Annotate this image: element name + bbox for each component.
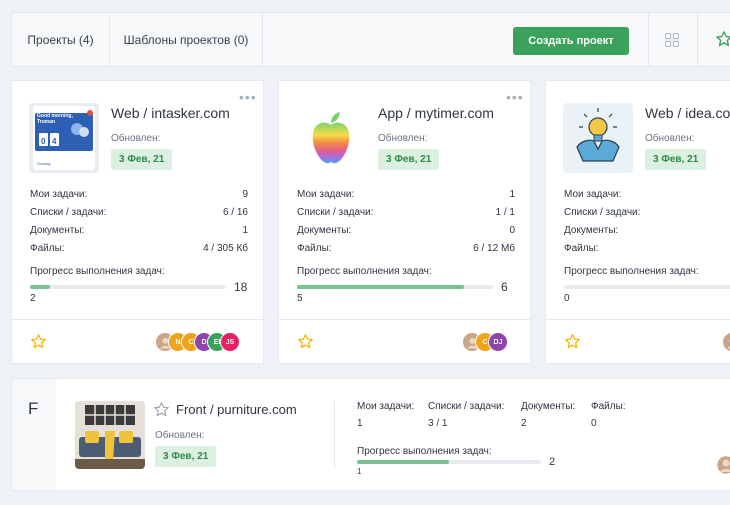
progress-label: Прогресс выполнения задач: [564, 266, 699, 277]
stat-label: Списки / задачи: [564, 206, 641, 218]
updated-date-badge: 3 Фев, 21 [645, 149, 707, 170]
updated-label: Обновлен: [155, 430, 205, 441]
stat-value: 0 [509, 224, 515, 236]
thumb-digit: 0 [41, 137, 46, 146]
tasks-done: 0 [564, 293, 570, 304]
updated-date-badge: 3 Фев, 21 [155, 446, 217, 467]
divider [12, 319, 263, 320]
favorite-star-icon[interactable] [30, 333, 47, 355]
stat-label: Мои задачи: [30, 188, 88, 200]
divider [697, 13, 698, 66]
favorite-star-icon[interactable] [564, 333, 581, 355]
divider [546, 319, 730, 320]
avatar[interactable]: DJ [488, 332, 508, 352]
favorites-star-icon[interactable] [715, 30, 730, 53]
stat-value: 9 [242, 188, 248, 200]
progress-percent: 6 [501, 280, 508, 294]
stat-label: Файлы: [564, 242, 599, 254]
stat-label: Документы: [30, 224, 85, 236]
progress-bar [297, 285, 493, 289]
project-thumbnail: Good morning, Truman 0 4 Sunday [29, 103, 99, 173]
member-avatars[interactable]: JS EI D C N [155, 332, 240, 352]
tasks-done: 5 [297, 293, 303, 304]
more-dots-icon[interactable]: ••• [239, 90, 257, 104]
updated-date-badge: 3 Фев, 21 [378, 149, 440, 170]
project-card[interactable]: Web / idea.com Обновлен: 3 Фев, 21 Мои з… [545, 80, 730, 364]
project-thumbnail [296, 103, 366, 173]
progress-label: Прогресс выполнения задач: [30, 266, 165, 277]
project-title[interactable]: App / mytimer.com [378, 105, 494, 121]
stat-my-tasks: Мои задачи: 1 [357, 401, 415, 429]
progress-label: Прогресс выполнения задач: [357, 446, 492, 457]
updated-label: Обновлен: [111, 133, 161, 144]
stat-value: 1 / 1 [495, 206, 515, 218]
updated-label: Обновлен: [645, 133, 695, 144]
project-stats: Мои задачи: 1 Списки / задачи: 1 / 1 Докум… [297, 185, 515, 257]
tasks-done: 1 [357, 467, 362, 476]
group-letter-column [12, 379, 56, 490]
divider [334, 401, 335, 469]
tasks-done: 2 [30, 293, 36, 304]
thumb-digit: 4 [52, 137, 57, 146]
stat-value: 1 [509, 188, 515, 200]
stat-documents: Документы: 2 [521, 401, 576, 429]
project-title[interactable]: Web / idea.com [645, 105, 730, 121]
progress-percent: 2 [549, 456, 556, 468]
progress-label: Прогресс выполнения задач: [297, 266, 432, 277]
stat-label: Списки / задачи: [30, 206, 107, 218]
stat-value: 6 / 16 [222, 206, 248, 218]
progress-bar [564, 285, 730, 289]
tab-projects[interactable]: Проекты (4) [12, 13, 110, 66]
group-letter: F [28, 399, 39, 418]
project-title[interactable]: Web / intasker.com [111, 105, 230, 121]
stat-label: Мои задачи: [297, 188, 355, 200]
divider [648, 13, 649, 66]
stat-value: 6 / 12 Мб [473, 242, 515, 254]
updated-date-badge: 3 Фев, 21 [111, 149, 173, 170]
project-card[interactable]: ••• App / mytimer.com Обновлен: 3 Фев, 2… [278, 80, 531, 364]
thumb-greeting: Good morning, Truman [37, 113, 73, 125]
project-card[interactable]: Good morning, Truman 0 4 Sunday ••• Web … [11, 80, 264, 364]
avatar[interactable] [722, 332, 730, 352]
grid-view-icon[interactable] [665, 33, 679, 52]
top-bar: Проекты (4) Шаблоны проектов (0) Создать… [11, 12, 730, 67]
progress-fill [30, 285, 50, 289]
avatar[interactable] [715, 454, 730, 480]
project-stats: Мои задачи: Списки / задачи: Документы: … [564, 185, 730, 257]
project-title[interactable]: Front / purniture.com [176, 402, 297, 417]
member-avatars[interactable]: DJ C [462, 332, 508, 352]
stat-label: Мои задачи: [564, 188, 622, 200]
favorite-star-icon[interactable] [297, 333, 314, 355]
progress-fill [357, 460, 449, 464]
stat-value: 1 [242, 224, 248, 236]
stat-label: Документы: [564, 224, 619, 236]
project-stats: Мои задачи: 9 Списки / задачи: 6 / 16 Доку… [30, 185, 248, 257]
progress-bar [30, 285, 226, 289]
project-thumbnail [563, 103, 633, 173]
stat-label: Документы: [297, 224, 352, 236]
stat-lists-tasks: Списки / задачи: 3 / 1 [428, 401, 505, 429]
stat-label: Файлы: [297, 242, 332, 254]
create-project-button[interactable]: Создать проект [513, 27, 629, 55]
more-dots-icon[interactable]: ••• [506, 90, 524, 104]
stat-label: Файлы: [30, 242, 65, 254]
stat-label: Списки / задачи: [297, 206, 374, 218]
progress-fill [297, 285, 464, 289]
project-thumbnail [75, 401, 145, 469]
thumb-day: Sunday [37, 161, 51, 166]
progress-bar [357, 460, 541, 464]
updated-label: Обновлен: [378, 133, 428, 144]
stat-value: 4 / 305 Кб [203, 242, 248, 254]
avatar[interactable]: JS [220, 332, 240, 352]
progress-percent: 18 [234, 280, 248, 294]
favorite-star-icon[interactable] [153, 401, 170, 423]
divider [279, 319, 530, 320]
project-list-row[interactable]: F Front / purniture.com Обновлен: 3 Фев,… [11, 378, 730, 491]
stat-files: Файлы: 0 [591, 401, 626, 429]
tab-templates[interactable]: Шаблоны проектов (0) [110, 13, 263, 66]
